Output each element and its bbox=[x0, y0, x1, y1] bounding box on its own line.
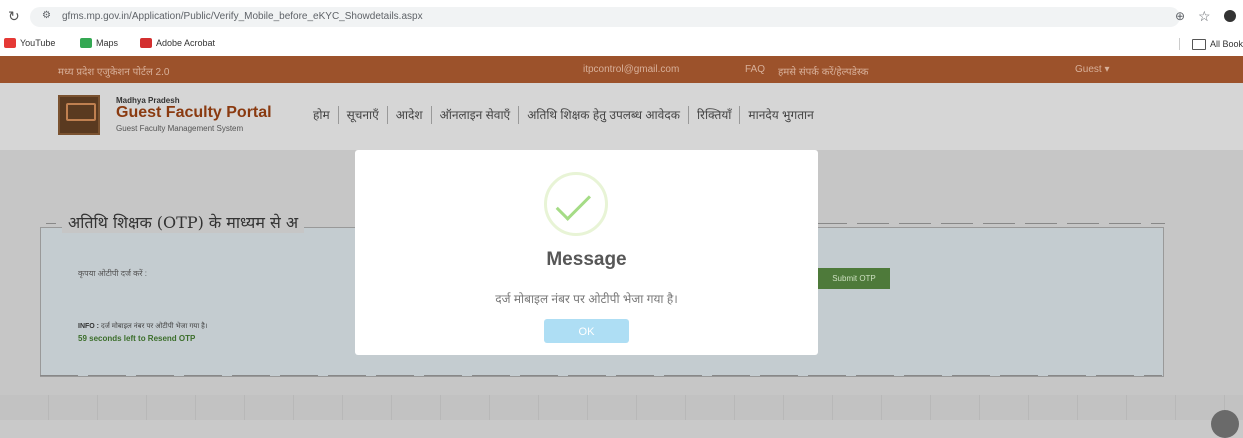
all-bookmarks-label: All Book bbox=[1209, 39, 1243, 49]
folder-icon bbox=[1191, 38, 1206, 50]
help-icon[interactable] bbox=[1211, 410, 1239, 438]
nav-orders[interactable]: आदेश bbox=[388, 106, 432, 124]
reload-icon[interactable]: ↻ bbox=[8, 8, 24, 24]
otp-label: कृपया ओटीपी दर्ज करें : bbox=[78, 269, 148, 278]
guest-menu[interactable]: Guest ▾ bbox=[1075, 64, 1109, 75]
portal-name: मध्य प्रदेश एजुकेशन पोर्टल 2.0 bbox=[58, 67, 170, 78]
bookmark-youtube[interactable]: YouTube bbox=[4, 38, 55, 48]
nav-home[interactable]: होम bbox=[305, 106, 339, 124]
bookmark-star-icon[interactable]: ☆ bbox=[1198, 8, 1211, 25]
nav-honorarium[interactable]: मानदेय भुगतान bbox=[740, 106, 821, 124]
browser-address-bar: ↻ ⚙ gfms.mp.gov.in/Application/Public/Ve… bbox=[0, 0, 1243, 34]
dialog-message: दर्ज मोबाइल नंबर पर ओटीपी भेजा गया है। bbox=[495, 292, 678, 306]
bookmark-maps[interactable]: Maps bbox=[80, 38, 118, 48]
bookmark-adobe-acrobat[interactable]: Adobe Acrobat bbox=[140, 38, 215, 48]
nav-available-applicants[interactable]: अतिथि शिक्षक हेतु उपलब्ध आवेदक bbox=[519, 106, 689, 124]
success-icon bbox=[544, 172, 608, 236]
maps-icon bbox=[80, 38, 92, 48]
info-text: INFO : दर्ज मोबाइल नंबर पर ओटीपी भेजा गय… bbox=[78, 322, 207, 331]
info-prefix: INFO : bbox=[78, 323, 99, 330]
section-title: अतिथि शिक्षक (OTP) के माध्यम से अ bbox=[62, 211, 305, 233]
email-link[interactable]: itpcontrol@gmail.com bbox=[583, 64, 679, 75]
page-footer-area bbox=[0, 395, 1243, 420]
acrobat-icon bbox=[140, 38, 152, 48]
portal-logo-icon bbox=[58, 95, 100, 135]
bookmarks-bar: YouTube Maps Adobe Acrobat All Book bbox=[0, 34, 1243, 57]
nav-notices[interactable]: सूचनाएँ bbox=[339, 106, 388, 124]
main-nav: होम सूचनाएँ आदेश ऑनलाइन सेवाएँ अतिथि शिक… bbox=[305, 106, 822, 124]
zoom-icon[interactable]: ⊕ bbox=[1175, 9, 1185, 23]
divider bbox=[1178, 38, 1180, 50]
url-text[interactable]: gfms.mp.gov.in/Application/Public/Verify… bbox=[62, 11, 423, 22]
top-strip: मध्य प्रदेश एजुकेशन पोर्टल 2.0 itpcontro… bbox=[0, 56, 1243, 83]
bookmark-label: Adobe Acrobat bbox=[156, 38, 216, 48]
bookmark-label: Maps bbox=[96, 38, 119, 48]
divider bbox=[40, 375, 1162, 376]
logo-subtitle: Guest Faculty Management System bbox=[116, 124, 244, 133]
ok-button[interactable]: OK bbox=[544, 319, 629, 343]
checkmark-icon bbox=[555, 185, 592, 221]
message-dialog: Message दर्ज मोबाइल नंबर पर ओटीपी भेजा ग… bbox=[355, 150, 818, 355]
youtube-icon bbox=[4, 38, 16, 48]
info-message: दर्ज मोबाइल नंबर पर ओटीपी भेजा गया है। bbox=[100, 323, 208, 330]
nav-online-services[interactable]: ऑनलाइन सेवाएँ bbox=[432, 106, 520, 124]
resend-countdown: 59 seconds left to Resend OTP bbox=[78, 334, 196, 343]
contact-link[interactable]: हमसे संपर्क करें/हेल्पडेस्क bbox=[778, 64, 868, 78]
all-bookmarks[interactable]: All Book bbox=[1178, 38, 1243, 50]
dialog-title: Message bbox=[546, 249, 627, 270]
bookmark-label: YouTube bbox=[20, 38, 56, 48]
submit-otp-button[interactable]: Submit OTP bbox=[818, 268, 890, 289]
nav-vacancies[interactable]: रिक्तियाँ bbox=[689, 106, 741, 124]
logo-title: Guest Faculty Portal bbox=[116, 104, 272, 121]
faq-link[interactable]: FAQ bbox=[745, 64, 765, 75]
site-info-icon[interactable]: ⚙ bbox=[42, 10, 51, 21]
profile-icon[interactable] bbox=[1224, 10, 1236, 22]
divider bbox=[46, 223, 56, 224]
